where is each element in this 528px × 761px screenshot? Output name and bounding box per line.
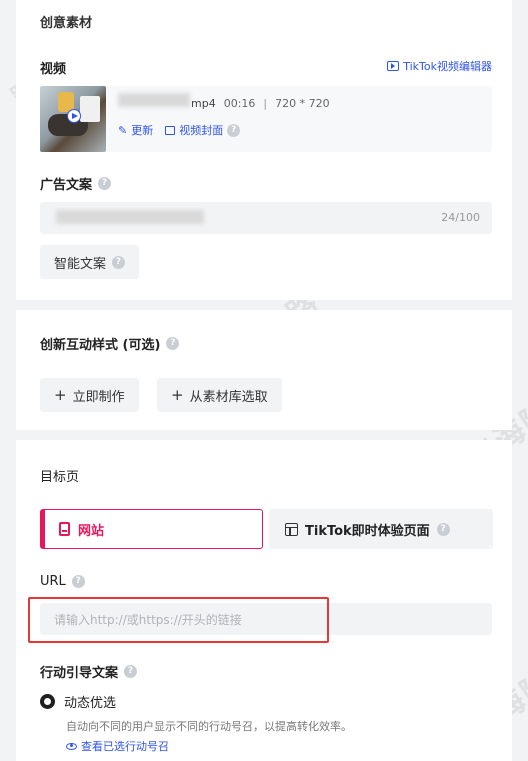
tab-instant-label: TikTok即时体验页面 bbox=[305, 523, 430, 539]
video-label: 视频 bbox=[40, 62, 67, 77]
update-label: 更新 bbox=[131, 124, 154, 137]
cover-link[interactable]: 视频封面 ? bbox=[165, 122, 241, 138]
ad-copy-label-text: 广告文案 bbox=[40, 178, 93, 193]
tab-instant-page[interactable]: TikTok即时体验页面 ? bbox=[269, 509, 493, 549]
video-meta: mp4 00:16 | 720 * 720 bbox=[191, 97, 330, 110]
cta-label-text: 行动引导文案 bbox=[40, 666, 119, 681]
tiktok-editor-label: TikTok视频编辑器 bbox=[403, 60, 492, 73]
video-editor-icon bbox=[387, 61, 400, 71]
layout-icon bbox=[285, 522, 298, 536]
meta-separator: | bbox=[263, 97, 268, 110]
highlight-box bbox=[28, 597, 329, 643]
cta-label: 行动引导文案 ? bbox=[40, 662, 138, 681]
target-card: 目标页 网站 TikTok即时体验页面 ? URL ? 请输入http://或h… bbox=[16, 440, 512, 761]
video-row: mp4 00:16 | 720 * 720 ✎ 更新 视频封面 ? bbox=[40, 86, 492, 152]
redacted-ad-copy bbox=[56, 210, 204, 224]
make-now-label: 立即制作 bbox=[72, 389, 125, 405]
help-icon[interactable]: ? bbox=[227, 123, 241, 137]
smart-copy-button[interactable]: 智能文案 ? bbox=[40, 245, 140, 279]
play-icon bbox=[67, 109, 81, 123]
website-icon bbox=[59, 522, 70, 536]
help-icon[interactable]: ? bbox=[71, 575, 85, 588]
help-icon[interactable]: ? bbox=[166, 337, 180, 350]
interactive-label: 创新互动样式 (可选) ? bbox=[40, 334, 180, 353]
radio-selected[interactable] bbox=[40, 694, 55, 709]
tiktok-editor-link[interactable]: TikTok视频编辑器 bbox=[387, 58, 492, 74]
view-cta-link[interactable]: 查看已选行动号召 bbox=[66, 738, 169, 754]
edit-icon: ✎ bbox=[118, 123, 128, 137]
video-thumbnail[interactable] bbox=[40, 86, 106, 152]
plus-icon: + bbox=[171, 386, 184, 404]
image-icon bbox=[165, 125, 176, 135]
redacted-filename bbox=[118, 93, 190, 107]
tab-website[interactable]: 网站 bbox=[40, 509, 263, 549]
help-icon[interactable]: ? bbox=[436, 522, 450, 536]
interactive-label-text: 创新互动样式 (可选) bbox=[40, 338, 161, 353]
update-link[interactable]: ✎ 更新 bbox=[118, 122, 153, 138]
target-label: 目标页 bbox=[40, 470, 80, 485]
url-label: URL ? bbox=[40, 574, 85, 589]
plus-icon: + bbox=[54, 386, 67, 404]
view-cta-label: 查看已选行动号召 bbox=[81, 740, 169, 753]
video-actions: ✎ 更新 视频封面 ? bbox=[118, 122, 241, 138]
ad-copy-counter: 24/100 bbox=[441, 211, 480, 224]
interactive-card: 创新互动样式 (可选) ? + 立即制作 + 从素材库选取 bbox=[16, 310, 512, 430]
help-icon[interactable]: ? bbox=[124, 665, 138, 678]
from-library-button[interactable]: + 从素材库选取 bbox=[157, 378, 282, 412]
eye-icon bbox=[66, 742, 77, 750]
from-library-label: 从素材库选取 bbox=[189, 389, 268, 405]
make-now-button[interactable]: + 立即制作 bbox=[40, 378, 139, 412]
ad-copy-label: 广告文案 ? bbox=[40, 174, 112, 193]
video-duration: 00:16 bbox=[223, 97, 256, 110]
cta-description: 自动向不同的用户显示不同的行动号召，以提高转化效率。 bbox=[66, 720, 352, 733]
help-icon[interactable]: ? bbox=[98, 177, 112, 190]
smart-copy-label: 智能文案 bbox=[54, 256, 107, 272]
creative-card: 创意素材 视频 TikTok视频编辑器 mp4 00:16 | 720 * 72… bbox=[16, 0, 512, 300]
url-label-text: URL bbox=[40, 574, 66, 589]
tab-website-label: 网站 bbox=[78, 523, 105, 539]
cta-dynamic-label: 动态优选 bbox=[64, 696, 117, 711]
file-suffix: mp4 bbox=[191, 97, 216, 110]
help-icon: ? bbox=[112, 255, 126, 269]
section-title: 创意素材 bbox=[40, 16, 93, 31]
ad-copy-input[interactable]: 24/100 bbox=[40, 202, 492, 234]
video-resolution: 720 * 720 bbox=[275, 97, 330, 110]
cta-dynamic-option[interactable]: 动态优选 bbox=[40, 692, 116, 711]
cover-label: 视频封面 bbox=[179, 124, 224, 137]
